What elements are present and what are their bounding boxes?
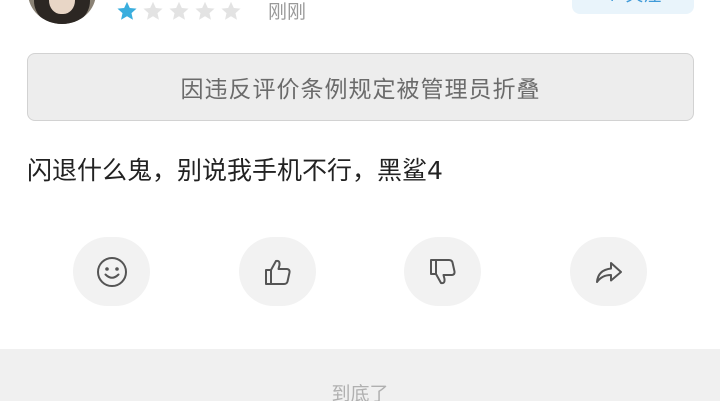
thumbs-up-icon [264, 259, 291, 285]
star-empty-icon [143, 1, 163, 20]
star-rating [116, 0, 242, 24]
like-button[interactable] [239, 237, 316, 306]
review-time: 刚刚 [268, 1, 307, 23]
folded-notice[interactable]: 因违反评价条例规定被管理员折叠 [27, 53, 694, 121]
smiley-icon [96, 256, 127, 287]
share-arrow-icon [595, 261, 622, 283]
follow-button[interactable]: + 关注 [572, 0, 694, 14]
share-button[interactable] [570, 237, 647, 306]
dislike-button[interactable] [404, 237, 481, 306]
user-avatar[interactable] [28, 0, 96, 24]
comment-text: 闪退什么鬼，别说我手机不行，黑鲨4 [27, 156, 443, 185]
star-empty-icon [221, 1, 241, 20]
folded-notice-text: 因违反评价条例规定被管理员折叠 [180, 77, 541, 103]
thumbs-down-icon [429, 258, 456, 284]
emoji-react-button[interactable] [73, 237, 150, 306]
end-of-list-text: 到底了 [331, 383, 389, 401]
star-filled-icon [117, 1, 137, 20]
review-card: 刚刚 + 关注 因违反评价条例规定被管理员折叠 闪退什么鬼，别说我手机不行，黑鲨… [0, 0, 720, 349]
list-footer: 到底了 [0, 349, 720, 401]
star-empty-icon [169, 1, 189, 20]
star-empty-icon [195, 1, 215, 20]
